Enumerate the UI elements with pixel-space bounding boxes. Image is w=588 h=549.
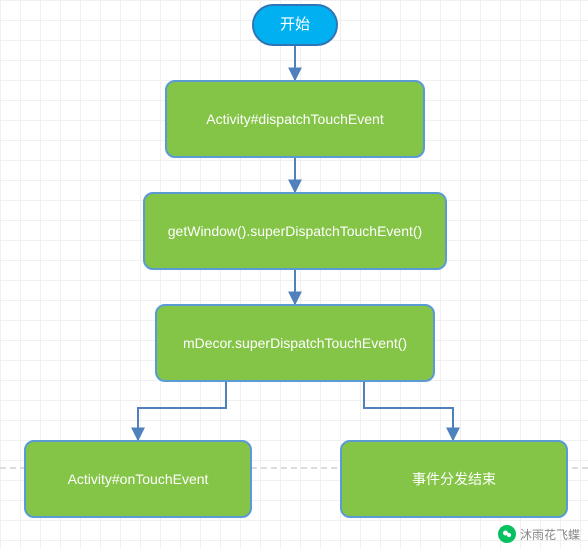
- node-n3-label: mDecor.superDispatchTouchEvent(): [183, 334, 407, 352]
- node-n2-label: getWindow().superDispatchTouchEvent(): [168, 222, 422, 240]
- node-n4-label: Activity#onTouchEvent: [68, 470, 209, 488]
- node-n5-label: 事件分发结束: [412, 470, 496, 488]
- node-start-label: 开始: [280, 15, 310, 35]
- wechat-icon: [498, 525, 516, 543]
- node-n1-label: Activity#dispatchTouchEvent: [206, 110, 383, 128]
- node-activity-on-touch-event: Activity#onTouchEvent: [24, 440, 252, 518]
- node-dispatch-touch-event: Activity#dispatchTouchEvent: [165, 80, 425, 158]
- edge-n3-n4: [138, 381, 226, 440]
- node-get-window-super-dispatch: getWindow().superDispatchTouchEvent(): [143, 192, 447, 270]
- watermark-text: 沐雨花飞蝶: [520, 526, 580, 543]
- node-mdecor-super-dispatch: mDecor.superDispatchTouchEvent(): [155, 304, 435, 382]
- node-start: 开始: [252, 4, 338, 46]
- edge-n3-n5: [364, 381, 453, 440]
- watermark: 沐雨花飞蝶: [498, 525, 580, 543]
- node-event-dispatch-end: 事件分发结束: [340, 440, 568, 518]
